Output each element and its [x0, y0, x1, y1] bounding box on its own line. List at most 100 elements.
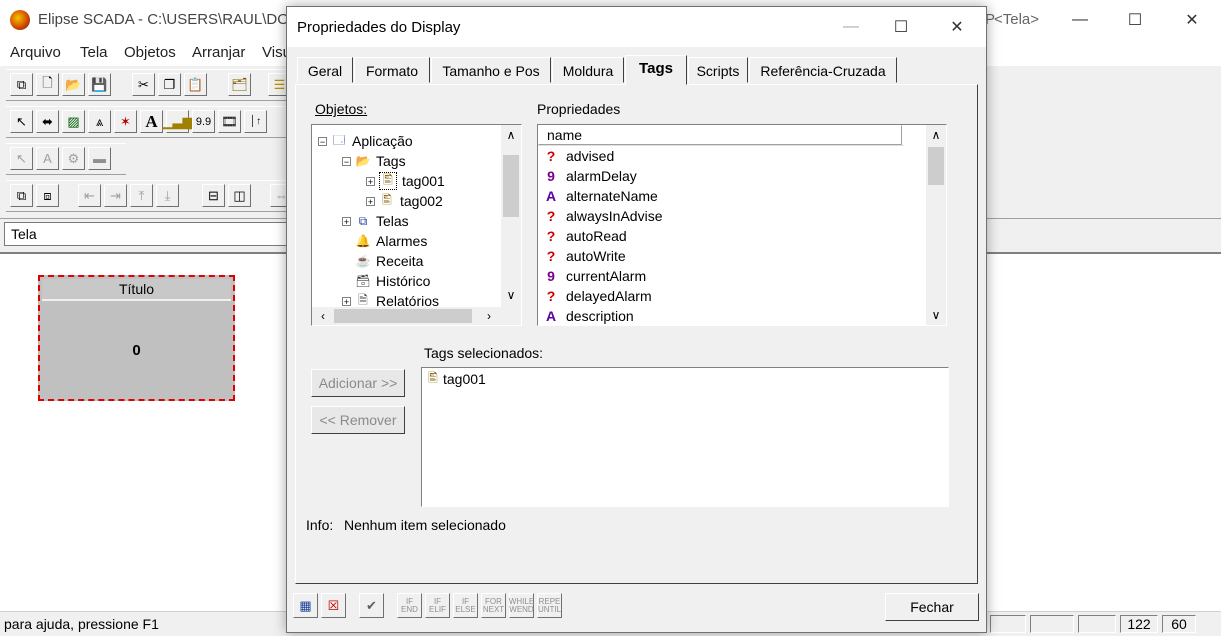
dialog-maximize-icon[interactable]: ☐: [873, 7, 929, 47]
button-object-icon[interactable]: ⬌: [36, 110, 59, 133]
tab-tamanho-e-pos[interactable]: Tamanho e Pos: [431, 57, 551, 83]
tab-tags[interactable]: Tags: [625, 55, 687, 85]
tab-referencia-cruzada[interactable]: Referência-Cruzada: [749, 57, 897, 83]
tree-item-alarmes[interactable]: 🔔 Alarmes: [355, 231, 428, 251]
expand-icon[interactable]: +: [366, 196, 375, 206]
text-object-icon[interactable]: A: [140, 110, 163, 133]
property-row[interactable]: Adescription: [544, 306, 634, 325]
tree-item-tags[interactable]: − 📂 Tags: [342, 151, 406, 171]
display-object[interactable]: Título 0: [38, 275, 235, 401]
menu-objetos[interactable]: Objetos: [124, 44, 176, 61]
remove-button[interactable]: << Remover: [311, 406, 405, 434]
tree-horizontal-scrollbar[interactable]: ‹ ›: [312, 307, 521, 325]
property-row[interactable]: ? autoWrite: [544, 246, 626, 266]
scroll-right-icon[interactable]: ›: [480, 307, 498, 325]
trend-object-icon[interactable]: │↑: [244, 110, 267, 133]
tree-scroll-thumb[interactable]: [503, 155, 519, 217]
new-file-icon[interactable]: 🗋: [36, 73, 59, 96]
properties-scroll-thumb[interactable]: [928, 147, 944, 185]
selected-tags-list[interactable]: 🖺 tag001: [421, 367, 949, 507]
expand-icon[interactable]: +: [366, 176, 375, 186]
gear-disabled-icon[interactable]: ⚙: [62, 147, 85, 170]
tree-item-tag001[interactable]: + 🖺 tag001: [366, 171, 445, 191]
repeat-until-button[interactable]: REPE UNTIL: [537, 593, 562, 618]
expand-icon[interactable]: +: [342, 296, 351, 306]
select-arrow-icon[interactable]: ↖: [10, 110, 33, 133]
align-left-icon[interactable]: ⇤: [78, 184, 101, 207]
align-top-icon[interactable]: ⤒: [130, 184, 153, 207]
shape-disabled-icon[interactable]: ▬: [88, 147, 111, 170]
tree-hscroll-thumb[interactable]: [334, 309, 472, 323]
collapse-icon[interactable]: −: [342, 156, 351, 166]
select-disabled-icon[interactable]: ↖: [10, 147, 33, 170]
display-object-icon[interactable]: 9.9: [192, 110, 215, 133]
property-row[interactable]: ? delayedAlarm: [544, 286, 652, 306]
tree-item-historico[interactable]: 🗃 Histórico: [355, 271, 430, 291]
while-wend-button[interactable]: WHILE WEND: [509, 593, 534, 618]
tab-scripts[interactable]: Scripts: [688, 57, 748, 83]
tree-item-aplicacao[interactable]: − 🗔 Aplicação: [318, 131, 413, 151]
paste-icon[interactable]: 📋: [184, 73, 207, 96]
menu-arquivo[interactable]: Arquivo: [10, 44, 61, 61]
scroll-up-icon[interactable]: ∧: [501, 125, 521, 145]
properties-list[interactable]: name ? advised 9 alarmDelay AalternateName…: [537, 124, 947, 326]
if-elif-button[interactable]: IF ELIF: [425, 593, 450, 618]
if-end-button[interactable]: IF END: [397, 593, 422, 618]
align-bottom-icon[interactable]: ⤓: [156, 184, 179, 207]
picture-object-icon[interactable]: ▨: [62, 110, 85, 133]
copy-icon[interactable]: ❐: [158, 73, 181, 96]
film-object-icon[interactable]: 🎞: [218, 110, 241, 133]
tab-formato[interactable]: Formato: [354, 57, 430, 83]
property-row[interactable]: AalternateName: [544, 186, 658, 206]
add-button[interactable]: Adicionar >>: [311, 369, 405, 397]
scroll-left-icon[interactable]: ‹: [314, 307, 332, 325]
properties-vertical-scrollbar[interactable]: ∧ ∨: [926, 125, 946, 325]
save-icon[interactable]: 💾: [88, 73, 111, 96]
property-row[interactable]: ? alwaysInAdvise: [544, 206, 663, 226]
menu-arranjar[interactable]: Arranjar: [192, 44, 245, 61]
tree-item-telas[interactable]: + ⧉ Telas: [342, 211, 409, 231]
organizer-icon[interactable]: 🗂: [228, 73, 251, 96]
send-back-icon[interactable]: ⧈: [36, 184, 59, 207]
dialog-close-icon[interactable]: ✕: [929, 7, 985, 47]
for-next-button[interactable]: FOR NEXT: [481, 593, 506, 618]
expand-icon[interactable]: +: [342, 216, 351, 226]
scroll-down-icon[interactable]: ∨: [501, 285, 521, 305]
if-else-button[interactable]: IF ELSE: [453, 593, 478, 618]
object-tree[interactable]: − 🗔 Aplicação − 📂 Tags + 🖺 tag001 + 🖺 ta…: [311, 124, 522, 326]
property-row[interactable]: ? advised: [544, 146, 615, 166]
text-disabled-icon[interactable]: A: [36, 147, 59, 170]
property-row[interactable]: ? autoRead: [544, 226, 627, 246]
scroll-up-icon[interactable]: ∧: [926, 125, 946, 145]
gauge-object-icon[interactable]: ⩓: [88, 110, 111, 133]
scroll-down-icon[interactable]: ∨: [926, 305, 946, 325]
center-v-icon[interactable]: ◫: [228, 184, 251, 207]
screen-select[interactable]: Tela: [4, 222, 292, 246]
tree-item-receita[interactable]: ☕ Receita: [355, 251, 424, 271]
close-button[interactable]: Fechar: [885, 593, 979, 621]
tree-item-tag002[interactable]: + 🖺 tag002: [366, 191, 443, 211]
align-right-icon[interactable]: ⇥: [104, 184, 127, 207]
animation-object-icon[interactable]: ✶: [114, 110, 137, 133]
cut-icon[interactable]: ✂: [132, 73, 155, 96]
center-h-icon[interactable]: ⊟: [202, 184, 225, 207]
selected-tag-item[interactable]: 🖺 tag001: [425, 371, 486, 388]
tab-moldura[interactable]: Moldura: [552, 57, 624, 83]
menu-tela[interactable]: Tela: [80, 44, 108, 61]
property-row[interactable]: 9 alarmDelay: [544, 166, 637, 186]
collapse-icon[interactable]: −: [318, 136, 327, 146]
tab-geral[interactable]: Geral: [297, 57, 353, 83]
script-check-icon[interactable]: ✔: [359, 593, 384, 618]
property-row[interactable]: 9 currentAlarm: [544, 266, 646, 286]
bar-object-icon[interactable]: ▁▃▆: [163, 110, 193, 133]
close-icon[interactable]: ✕: [1164, 0, 1220, 40]
properties-sheet-icon[interactable]: ▦: [293, 593, 318, 618]
delete-sheet-icon[interactable]: ☒: [321, 593, 346, 618]
new-window-icon[interactable]: ⧉: [10, 73, 33, 96]
tree-vertical-scrollbar[interactable]: ∧ ∨: [501, 125, 521, 307]
open-folder-icon[interactable]: 📂: [62, 73, 85, 96]
bring-front-icon[interactable]: ⧉: [10, 184, 33, 207]
name-column-header[interactable]: name: [538, 125, 902, 145]
minimize-icon[interactable]: —: [1052, 0, 1108, 40]
maximize-icon[interactable]: ☐: [1107, 0, 1163, 40]
